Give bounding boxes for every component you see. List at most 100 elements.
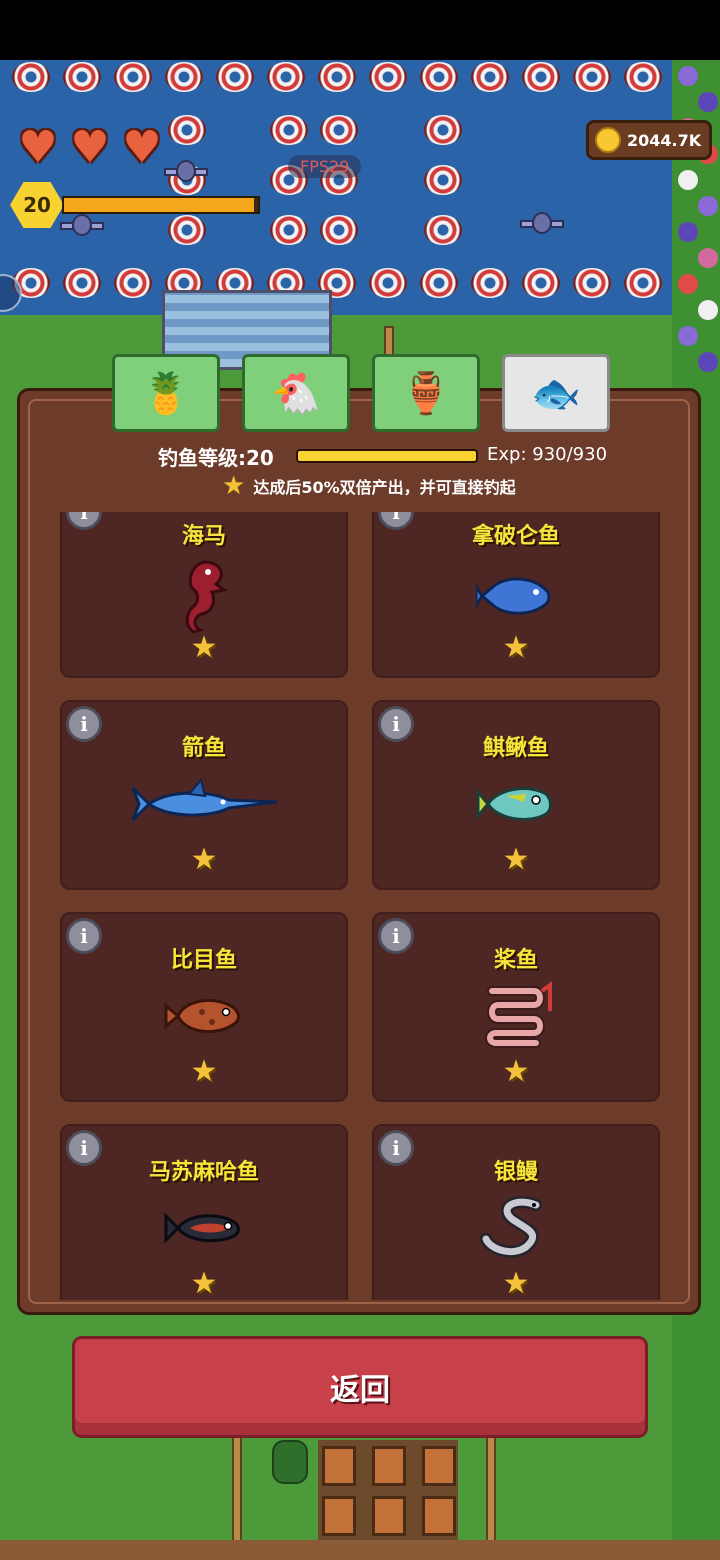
- float-ring: [369, 268, 407, 298]
- flower: [698, 248, 718, 268]
- crate: [372, 1446, 406, 1486]
- float-ring: [267, 62, 305, 92]
- crate: [322, 1446, 356, 1486]
- silver-eel-icon: [374, 1188, 658, 1268]
- fish-card-masu-salmon[interactable]: i 马苏麻哈鱼 ★: [60, 1124, 348, 1300]
- bush: [272, 1440, 308, 1484]
- health-hearts: ♥ ♥ ♥: [14, 122, 166, 173]
- flower: [678, 274, 698, 294]
- float-ring: [270, 115, 308, 145]
- fish-name: 海马: [181, 524, 226, 549]
- fish-card-swordfish[interactable]: i 箭鱼 ★: [60, 700, 348, 890]
- float-ring: [420, 62, 458, 92]
- fishing-exp-text: Exp: 930/930: [487, 444, 608, 465]
- float-ring: [573, 268, 611, 298]
- crate: [422, 1496, 456, 1536]
- fish-name: 拿破仑鱼: [471, 524, 560, 549]
- fish-card-napoleon[interactable]: i 拿破仑鱼 ★: [372, 512, 660, 678]
- mahi-mahi-icon: [374, 764, 658, 844]
- float-ring: [168, 215, 206, 245]
- star-icon: ★: [190, 630, 218, 665]
- star-icon: ★: [190, 1266, 218, 1300]
- star-icon: ★: [502, 1054, 530, 1089]
- crate: [372, 1496, 406, 1536]
- fish-card-mahi-mahi[interactable]: i 鲯鳅鱼 ★: [372, 700, 660, 890]
- float-ring: [165, 62, 203, 92]
- fish-name: 箭鱼: [181, 736, 226, 761]
- coin-counter[interactable]: 2044.7K: [586, 120, 712, 160]
- fishing-level-label: 钓鱼等级:20: [158, 446, 274, 470]
- crate: [422, 1446, 456, 1486]
- star-icon: ★: [222, 471, 246, 501]
- fence-post: [232, 1430, 242, 1550]
- flower: [678, 222, 698, 242]
- float-ring: [63, 268, 101, 298]
- float-ring: [318, 62, 356, 92]
- fence-post: [486, 1430, 496, 1550]
- float-ring: [63, 62, 101, 92]
- fish-name: 银鳗: [493, 1160, 538, 1185]
- napoleon-fish-icon: [374, 556, 658, 636]
- float-ring: [320, 215, 358, 245]
- return-button-label: 返回: [330, 1373, 390, 1408]
- fishing-level-bar: [296, 449, 478, 463]
- float-ring: [424, 215, 462, 245]
- float-ring: [114, 268, 152, 298]
- tab-crops[interactable]: 🍍: [112, 354, 220, 432]
- coin-amount: 2044.7K: [627, 130, 702, 150]
- flower: [698, 300, 718, 320]
- heart-icon: ♥: [70, 122, 110, 173]
- tab-crafting[interactable]: 🏺: [372, 354, 480, 432]
- farm-plot: [318, 1440, 458, 1540]
- seahorse-icon: [62, 556, 346, 636]
- player-xp-bar: [62, 196, 260, 214]
- float-ring: [168, 115, 206, 145]
- fish-card-flounder[interactable]: i 比目鱼 ★: [60, 912, 348, 1102]
- flounder-icon: [62, 976, 346, 1056]
- bonus-row: ★ 达成后50%双倍产出，并可直接钓起: [222, 471, 516, 501]
- pineapple-icon: 🍍: [141, 370, 191, 417]
- tab-animals[interactable]: 🐔: [242, 354, 350, 432]
- fish-name: 鲯鳅鱼: [482, 736, 549, 761]
- drone-enemy: [60, 212, 104, 240]
- flower: [698, 196, 718, 216]
- float-ring: [424, 165, 462, 195]
- fish-icon: 🐟: [531, 370, 581, 417]
- float-ring: [320, 115, 358, 145]
- flower: [698, 92, 718, 112]
- return-button[interactable]: 返回: [72, 1336, 648, 1438]
- star-icon: ★: [190, 1054, 218, 1089]
- star-icon: ★: [190, 842, 218, 877]
- float-ring: [424, 115, 462, 145]
- float-ring: [270, 215, 308, 245]
- swordfish-icon: [62, 764, 346, 844]
- fish-grid[interactable]: i 海马 ★ i 拿破仑鱼 ★ i 箭鱼 ★ i 鲯鳅鱼 ★ i 比目鱼 ★ i…: [58, 512, 662, 1300]
- fish-name: 比目鱼: [170, 948, 237, 973]
- masu-salmon-icon: [62, 1188, 346, 1268]
- player-level-value: 20: [23, 193, 51, 217]
- fish-name: 桨鱼: [493, 948, 538, 973]
- flower: [678, 326, 698, 346]
- float-ring: [573, 62, 611, 92]
- star-icon: ★: [502, 1266, 530, 1300]
- star-icon: ★: [502, 842, 530, 877]
- float-ring: [471, 62, 509, 92]
- drone-enemy: [520, 210, 564, 238]
- float-ring: [471, 268, 509, 298]
- heart-icon: ♥: [18, 122, 58, 173]
- fish-card-seahorse[interactable]: i 海马 ★: [60, 512, 348, 678]
- float-ring: [12, 62, 50, 92]
- tab-fishing[interactable]: 🐟: [502, 354, 610, 432]
- flower: [678, 66, 698, 86]
- fish-card-silver-eel[interactable]: i 银鳗 ★: [372, 1124, 660, 1300]
- flower: [698, 352, 718, 372]
- chicken-icon: 🐔: [271, 370, 321, 417]
- float-ring: [420, 268, 458, 298]
- crate: [322, 1496, 356, 1536]
- float-ring: [369, 62, 407, 92]
- fish-name: 马苏麻哈鱼: [148, 1160, 259, 1185]
- jar-icon: 🏺: [401, 370, 451, 417]
- fish-card-oarfish[interactable]: i 桨鱼 ★: [372, 912, 660, 1102]
- float-ring: [216, 62, 254, 92]
- bonus-text: 达成后50%双倍产出，并可直接钓起: [253, 478, 516, 497]
